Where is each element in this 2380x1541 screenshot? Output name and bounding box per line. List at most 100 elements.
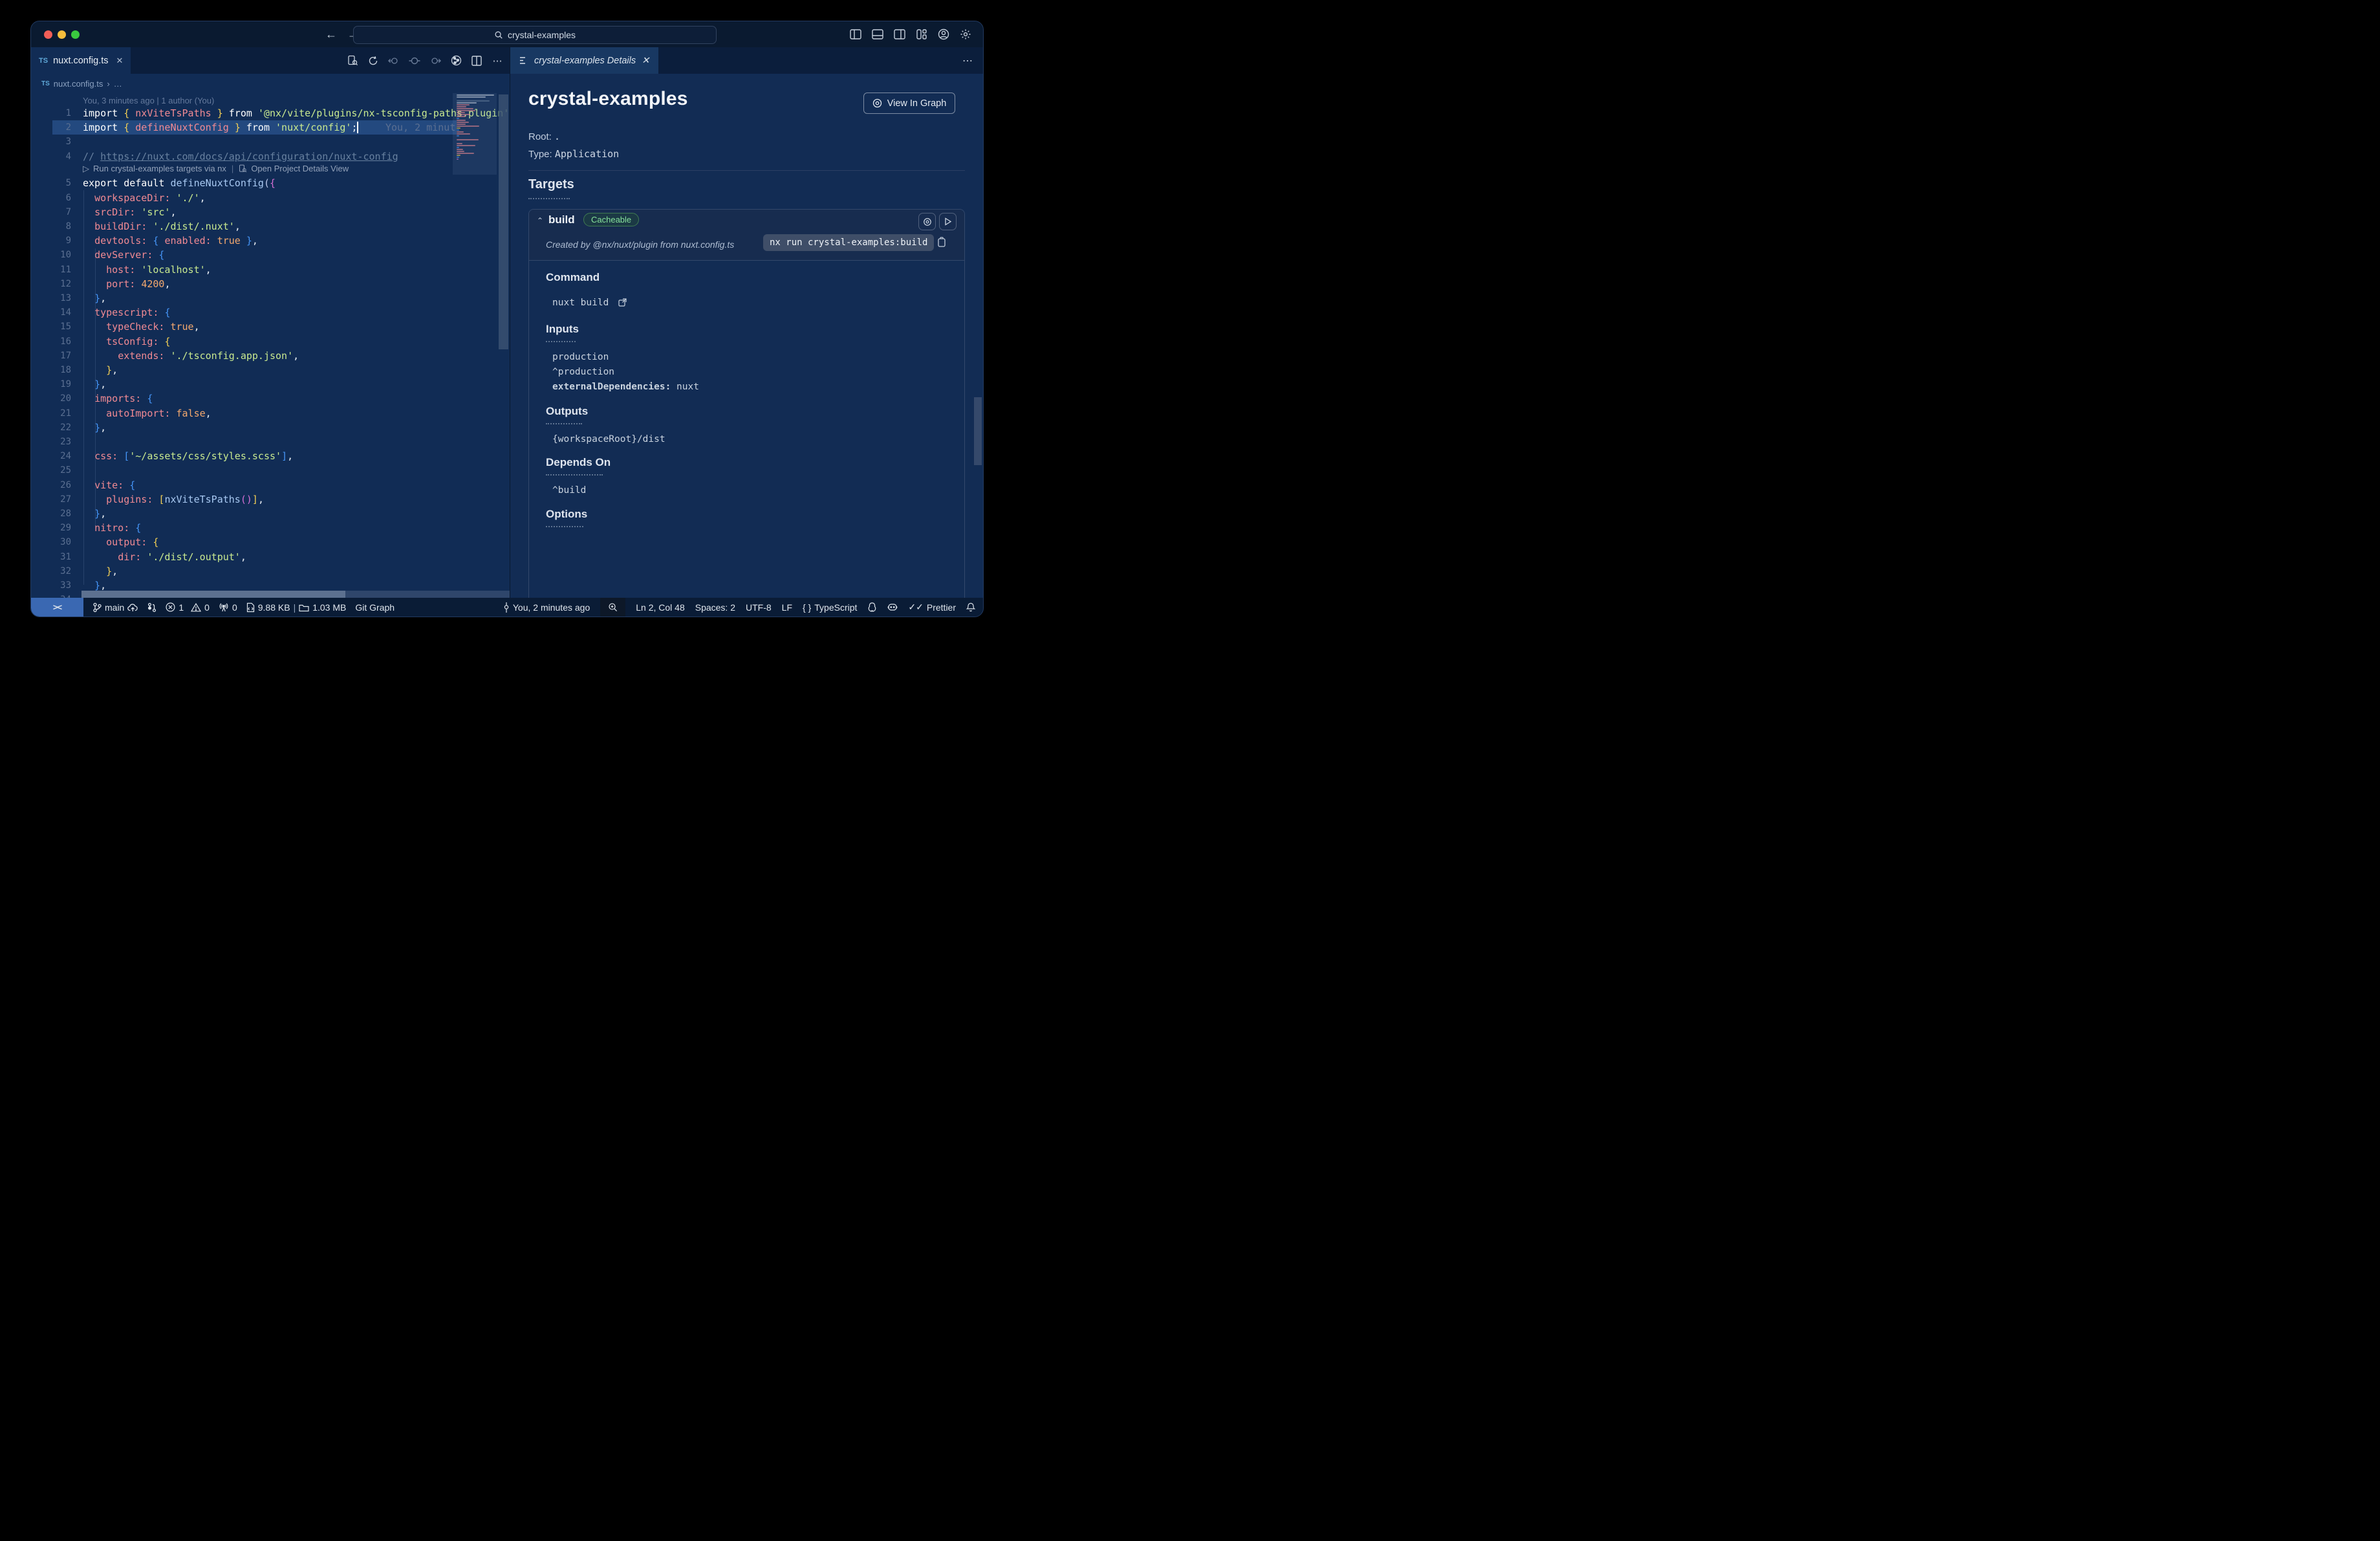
file-size-item[interactable]: 9.88 KB | 1.03 MB — [246, 602, 346, 613]
code-line[interactable]: 8 buildDir: './dist/.nuxt', — [31, 219, 497, 234]
language-item[interactable]: { } TypeScript — [803, 602, 857, 613]
view-target-in-graph-button[interactable] — [918, 213, 936, 230]
prettier-item[interactable]: ✓✓ Prettier — [908, 602, 956, 613]
editor-vertical-scrollbar[interactable] — [499, 94, 508, 349]
code-line[interactable]: 29 nitro: { — [31, 521, 497, 535]
codelens-open-link[interactable]: Open Project Details View — [251, 164, 349, 173]
settings-gear-icon[interactable] — [959, 28, 971, 41]
type-value: Application — [554, 148, 620, 160]
tab-nuxt-config[interactable]: TS nuxt.config.ts ✕ — [31, 47, 131, 74]
code-editor[interactable]: You, 3 minutes ago | 1 author (You) 1 imp… — [31, 93, 510, 598]
codelens-run-link[interactable]: Run crystal-examples targets via nx — [93, 164, 226, 173]
command-center-search[interactable]: crystal-examples — [353, 26, 717, 44]
code-line[interactable]: 12 port: 4200, — [31, 277, 497, 291]
code-line[interactable]: 3 — [31, 135, 497, 149]
line-number: 30 — [60, 537, 71, 548]
code-line[interactable]: 15 typeCheck: true, — [31, 320, 497, 334]
indentation-item[interactable]: Spaces: 2 — [695, 602, 735, 613]
panel-more-actions-icon[interactable]: ⋯ — [962, 47, 973, 74]
code-line[interactable]: 16 tsConfig: { — [31, 334, 497, 349]
code-line[interactable]: 2 import { defineNuxtConfig } from 'nuxt/… — [31, 120, 497, 135]
code-line[interactable]: 14 typescript: { — [31, 305, 497, 320]
account-icon[interactable] — [937, 28, 949, 41]
code-line[interactable]: 32 }, — [31, 564, 497, 578]
eol-item[interactable]: LF — [782, 602, 792, 613]
collapse-chevron-icon[interactable]: ⌃ — [537, 216, 543, 225]
refresh-icon[interactable] — [367, 55, 379, 67]
code-line[interactable]: 20 imports: { — [31, 391, 497, 406]
code-line[interactable]: 28 }, — [31, 507, 497, 521]
prev-change-icon[interactable] — [388, 55, 400, 67]
code-line[interactable]: 25 — [31, 463, 497, 477]
copilot-item[interactable] — [887, 602, 898, 612]
code-line[interactable]: 11 host: 'localhost', — [31, 263, 497, 277]
code-line[interactable]: 31 dir: './dist/.output', — [31, 550, 497, 564]
panel-tabbar: crystal-examples Details ✕ ⋯ — [510, 47, 983, 74]
next-change-icon[interactable] — [429, 55, 441, 67]
git-branch-item[interactable]: main — [92, 602, 138, 613]
nx-run-command-pill[interactable]: nx run crystal-examples:build — [763, 234, 935, 251]
code-line[interactable]: 1 import { nxViteTsPaths } from '@nx/vite… — [31, 106, 510, 120]
line-number: 11 — [60, 264, 71, 275]
code-line[interactable]: 24 css: ['~/assets/css/styles.scss'], — [31, 449, 497, 463]
nav-back-icon[interactable]: ← — [325, 28, 337, 41]
notifications-item[interactable] — [966, 602, 975, 613]
breadcrumb-file[interactable]: nuxt.config.ts — [54, 79, 103, 89]
cursor-position-item[interactable]: Ln 2, Col 48 — [636, 602, 685, 613]
zoom-item[interactable] — [600, 598, 626, 617]
code-line[interactable]: 18 }, — [31, 363, 497, 377]
toggle-panel-icon[interactable] — [871, 28, 883, 41]
code-line[interactable]: 9 devtools: { enabled: true }, — [31, 234, 497, 248]
close-window-button[interactable] — [44, 30, 52, 39]
code-line[interactable]: 23 — [31, 435, 497, 449]
tab-close-icon[interactable]: ✕ — [116, 56, 124, 66]
line-number: 19 — [60, 379, 71, 390]
current-change-icon[interactable] — [409, 55, 420, 67]
git-compare-item[interactable] — [147, 602, 157, 613]
code-line[interactable]: 26 vite: { — [31, 478, 497, 492]
code-line[interactable]: 13 }, — [31, 291, 497, 305]
toggle-secondary-sidebar-icon[interactable] — [893, 28, 905, 41]
code-line[interactable]: 5 export default defineNuxtConfig({ — [31, 176, 497, 190]
braces-icon: { } — [803, 602, 812, 613]
customize-layout-icon[interactable] — [915, 28, 927, 41]
gitlens-item[interactable] — [867, 602, 877, 613]
panel-scrollbar[interactable] — [974, 397, 982, 465]
code-line[interactable]: 4// https://nuxt.com/docs/api/configurat… — [31, 149, 497, 164]
encoding-item[interactable]: UTF-8 — [746, 602, 772, 613]
code-line[interactable]: 6 workspaceDir: './', — [31, 191, 497, 205]
code-line[interactable]: 30 output: { — [31, 535, 497, 549]
breadcrumb-symbol[interactable]: … — [114, 79, 122, 89]
code-line[interactable]: 21 autoImport: false, — [31, 406, 497, 421]
panel-tab-close-icon[interactable]: ✕ — [642, 56, 649, 66]
code-line[interactable]: 27 plugins: [nxViteTsPaths()], — [31, 492, 497, 507]
git-graph-item[interactable]: Git Graph — [355, 602, 395, 613]
run-target-button[interactable] — [939, 213, 957, 230]
code-line[interactable]: 19 }, — [31, 377, 497, 391]
git-graph-icon[interactable] — [450, 55, 462, 67]
view-in-graph-button[interactable]: View In Graph — [863, 93, 955, 114]
code-line[interactable]: 10 devServer: { — [31, 248, 497, 262]
minimap[interactable] — [457, 94, 495, 179]
code-line[interactable]: 7 srcDir: 'src', — [31, 205, 497, 219]
split-editor-icon[interactable] — [471, 55, 482, 67]
problems-item[interactable]: 1 0 — [166, 602, 210, 613]
copy-icon[interactable] — [937, 237, 946, 247]
build-card-header[interactable]: ⌃ build Cacheable Created by @nx/nuxt/pl… — [529, 210, 964, 261]
open-changes-icon[interactable] — [347, 55, 358, 67]
root-row: Root: . — [528, 131, 561, 142]
tab-project-details[interactable]: crystal-examples Details ✕ — [510, 47, 659, 74]
blame-item[interactable]: You, 2 minutes ago — [503, 602, 590, 613]
maximize-window-button[interactable] — [71, 30, 80, 39]
minimize-window-button[interactable] — [58, 30, 66, 39]
toggle-primary-sidebar-icon[interactable] — [849, 28, 861, 41]
editor-horizontal-scrollbar-thumb[interactable] — [81, 591, 345, 598]
breadcrumb[interactable]: TS nuxt.config.ts › … — [31, 74, 510, 93]
ports-item[interactable]: 0 — [219, 602, 237, 613]
command-value[interactable]: nuxt build — [552, 298, 627, 308]
project-title: crystal-examples — [528, 88, 688, 109]
editor-more-actions-icon[interactable]: ⋯ — [492, 55, 503, 67]
remote-indicator[interactable]: >< — [31, 598, 83, 617]
code-line[interactable]: 22 }, — [31, 421, 497, 435]
code-line[interactable]: 17 extends: './tsconfig.app.json', — [31, 349, 497, 363]
